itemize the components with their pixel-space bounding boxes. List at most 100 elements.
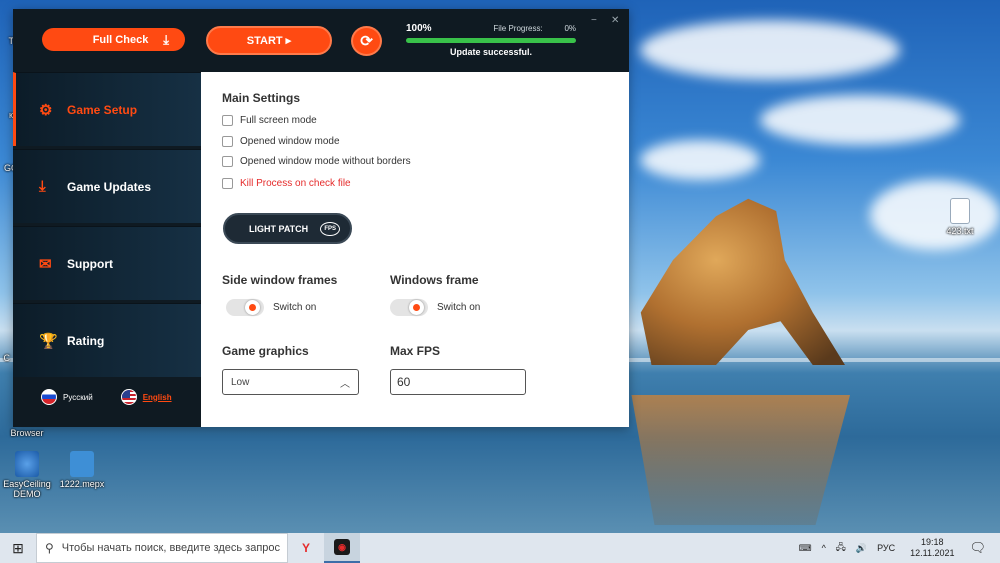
main-settings-title: Main Settings (222, 91, 301, 105)
side-window-frames-toggle[interactable]: Switch on (226, 299, 316, 316)
chevron-up-icon[interactable]: ^ (822, 543, 826, 553)
windows-frame-toggle[interactable]: Switch on (390, 299, 480, 316)
toggle-label: Switch on (437, 302, 481, 313)
clock-date: 12.11.2021 (910, 548, 955, 558)
trophy-icon: 🏆 (39, 332, 58, 350)
yandex-icon: Y (301, 541, 310, 555)
lang-english[interactable]: English (120, 389, 172, 405)
desktop-icon-txt[interactable]: 423.txt (930, 198, 990, 236)
checkbox[interactable] (222, 115, 233, 126)
lang-english-label: English (142, 392, 172, 402)
sidebar-item-game-setup[interactable]: ⚙ Game Setup (13, 72, 201, 146)
windows-start-button[interactable]: ⊞ (0, 533, 36, 563)
file-progress-value: 0% (564, 24, 576, 33)
refresh-button[interactable]: ⟳ (351, 26, 382, 56)
sidebar-item-label: Game Updates (67, 179, 152, 194)
toggle-label: Switch on (273, 302, 317, 313)
option-label: Kill Process on check file (240, 178, 351, 189)
desktop-icon-browser[interactable]: Browser (0, 428, 57, 438)
checkbox[interactable] (222, 156, 233, 167)
volume-icon[interactable]: 🔊 (856, 543, 867, 554)
download-icon: ⤓ (39, 178, 46, 195)
keyboard-icon[interactable]: ⌨ (799, 543, 812, 554)
usa-flag-icon (120, 389, 137, 405)
desktop-icon-label: EasyCeiling DEMO (3, 479, 51, 499)
language-switcher: Русский English (13, 389, 201, 405)
sidebar-item-label: Rating (67, 333, 105, 348)
launcher-window: Full Check ⤓ START ▸ ⟳ 100% File Progres… (13, 9, 629, 427)
sidebar-item-game-updates[interactable]: ⤓ Game Updates (13, 149, 201, 223)
download-icon: ⤓ (163, 32, 169, 47)
taskbar-search[interactable]: ⚲ Чтобы начать поиск, введите здесь запр… (36, 533, 288, 563)
system-tray: ⌨ ^ 🖧 🔊 РУС 19:18 12.11.2021 🗨 (794, 533, 1000, 563)
network-icon[interactable]: 🖧 (836, 540, 846, 556)
desktop-icon-label: 1222.mepx (59, 479, 105, 489)
taskbar: ⊞ ⚲ Чтобы начать поиск, введите здесь за… (0, 533, 1000, 563)
light-patch-button[interactable]: LIGHT PATCH FPS (223, 213, 352, 244)
desktop-icon-mepx[interactable]: 1222.mepx (52, 451, 112, 489)
cloud (640, 140, 760, 180)
game-launcher-icon: ◉ (334, 539, 350, 555)
windows-frame-title: Windows frame (390, 273, 479, 287)
search-icon: ⚲ (45, 541, 54, 555)
clock[interactable]: 19:18 12.11.2021 (910, 537, 954, 559)
start-button[interactable]: START ▸ (206, 26, 332, 55)
clock-time: 19:18 (921, 537, 944, 547)
progress-area: 100% File Progress: 0% Update successful… (406, 23, 576, 57)
toggle-switch[interactable] (226, 299, 264, 316)
cloud (640, 20, 900, 80)
mepx-file-icon (70, 451, 94, 477)
option-label: Full screen mode (240, 115, 317, 126)
option-label: Opened window mode (240, 136, 340, 147)
option-full-screen[interactable]: Full screen mode (222, 115, 317, 126)
minimize-button[interactable]: − (591, 15, 597, 26)
max-fps-input[interactable] (390, 369, 526, 395)
fps-icon: FPS (320, 221, 341, 236)
input-language[interactable]: РУС (877, 543, 895, 553)
text-file-icon (950, 198, 970, 224)
cloud (760, 95, 960, 145)
light-patch-label: LIGHT PATCH (249, 223, 309, 234)
option-window-mode[interactable]: Opened window mode (222, 136, 340, 147)
full-check-label: Full Check (92, 33, 149, 46)
chat-icon: ✉ (39, 255, 52, 273)
progress-percent: 100% (406, 23, 432, 34)
side-window-frames-title: Side window frames (222, 273, 338, 287)
option-label: Opened window mode without borders (240, 156, 411, 167)
taskbar-yandex-browser[interactable]: Y (288, 533, 324, 563)
checkbox[interactable] (222, 178, 233, 189)
taskbar-game-launcher[interactable]: ◉ (324, 533, 360, 563)
sidebar-item-label: Game Setup (67, 102, 138, 117)
desktop-icon-label-fragment: C (3, 353, 11, 363)
game-graphics-select[interactable]: Low ︿ (222, 369, 359, 395)
chevron-up-icon: ︿ (340, 378, 350, 390)
progress-bar-fill (406, 38, 576, 43)
sidebar-item-support[interactable]: ✉ Support (13, 226, 201, 300)
refresh-icon: ⟳ (360, 33, 373, 50)
rock-reflection (631, 395, 850, 525)
desktop-icon-label: 423.txt (946, 226, 974, 236)
lang-russian[interactable]: Русский (41, 389, 93, 405)
lang-russian-label: Русский (63, 392, 93, 402)
settings-panel: Main Settings Full screen mode Opened wi… (201, 72, 629, 427)
option-kill-process[interactable]: Kill Process on check file (222, 178, 351, 189)
update-status: Update successful. (449, 47, 533, 57)
full-check-button[interactable]: Full Check ⤓ (42, 28, 185, 51)
launcher-topbar: Full Check ⤓ START ▸ ⟳ 100% File Progres… (13, 9, 629, 72)
toggle-switch[interactable] (390, 299, 428, 316)
option-borderless[interactable]: Opened window mode without borders (222, 156, 411, 167)
easyceiling-icon (15, 451, 39, 477)
desktop-icon-label: Browser (10, 428, 44, 438)
sidebar: ⚙ Game Setup ⤓ Game Updates ✉ Support 🏆 … (13, 72, 201, 427)
notifications-icon[interactable]: 🗨 (969, 540, 986, 556)
rock-arch (640, 198, 845, 365)
desktop-icon-easyceiling[interactable]: EasyCeiling DEMO (0, 451, 57, 499)
gear-icon: ⚙ (39, 101, 53, 119)
checkbox[interactable] (222, 136, 233, 147)
progress-bar (406, 38, 576, 43)
close-button[interactable]: ✕ (611, 15, 619, 26)
windows-logo-icon: ⊞ (12, 539, 24, 556)
file-progress-label: File Progress: (493, 24, 543, 33)
russia-flag-icon (41, 389, 57, 405)
sidebar-item-rating[interactable]: 🏆 Rating (13, 303, 201, 377)
